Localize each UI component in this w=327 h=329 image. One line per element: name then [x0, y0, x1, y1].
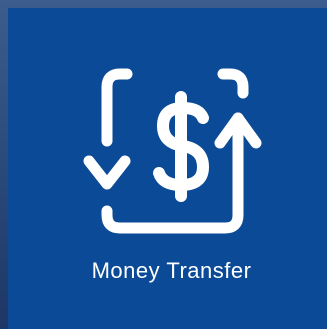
right-bracket-path: [217, 68, 249, 99]
money-transfer-icon: [83, 68, 262, 234]
money-transfer-tile[interactable]: Money Transfer: [8, 8, 327, 329]
left-arrow-head: [83, 155, 131, 190]
tile-label: Money Transfer: [91, 258, 252, 283]
left-arrow-path: [101, 68, 133, 147]
dollar-sign-icon: [153, 91, 209, 202]
